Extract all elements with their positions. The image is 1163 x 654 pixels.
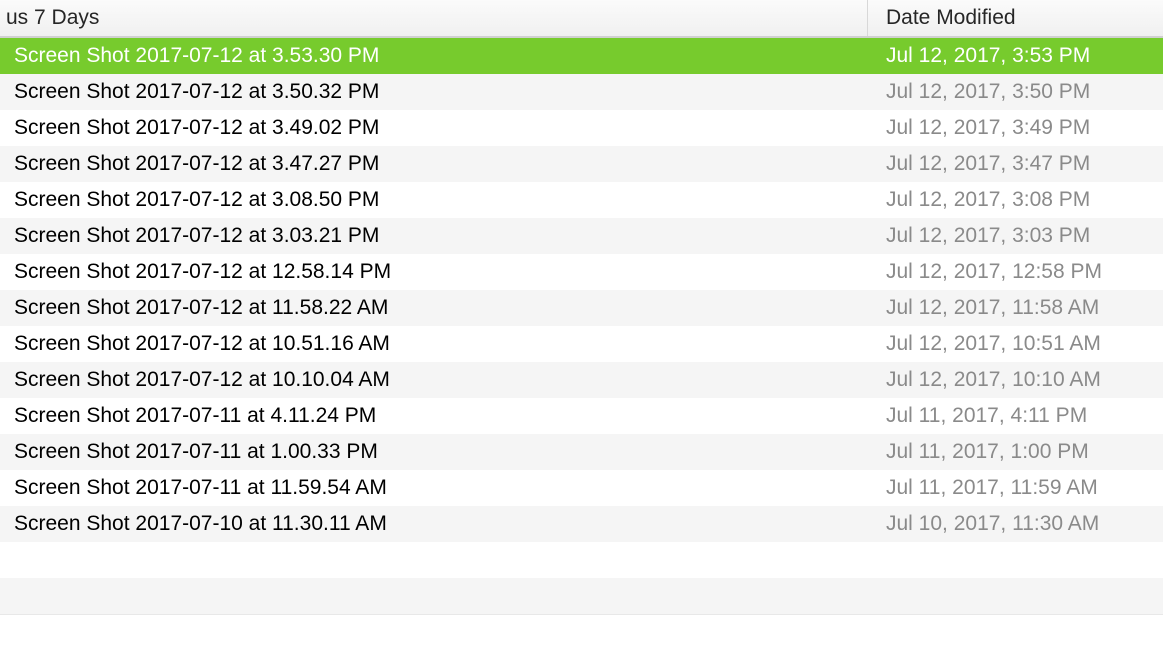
file-row[interactable]: Screen Shot 2017-07-12 at 10.51.16 AMJul… — [0, 326, 1163, 362]
file-date-modified: Jul 12, 2017, 10:51 AM — [868, 332, 1163, 356]
file-date-modified: Jul 12, 2017, 11:58 AM — [868, 296, 1163, 320]
file-row[interactable]: Screen Shot 2017-07-10 at 11.30.11 AMJul… — [0, 506, 1163, 542]
file-name: Screen Shot 2017-07-12 at 3.03.21 PM — [0, 224, 868, 248]
file-date-modified: Jul 12, 2017, 12:58 PM — [868, 260, 1163, 284]
file-name: Screen Shot 2017-07-12 at 10.51.16 AM — [0, 332, 868, 356]
file-row[interactable]: Screen Shot 2017-07-12 at 10.10.04 AMJul… — [0, 362, 1163, 398]
file-row[interactable]: Screen Shot 2017-07-11 at 1.00.33 PMJul … — [0, 434, 1163, 470]
file-name: Screen Shot 2017-07-12 at 3.08.50 PM — [0, 188, 868, 212]
column-header-date-modified[interactable]: Date Modified — [868, 0, 1163, 36]
file-name: Screen Shot 2017-07-12 at 12.58.14 PM — [0, 260, 868, 284]
file-row[interactable]: Screen Shot 2017-07-12 at 3.47.27 PMJul … — [0, 146, 1163, 182]
file-date-modified: Jul 11, 2017, 1:00 PM — [868, 440, 1163, 464]
file-name: Screen Shot 2017-07-12 at 11.58.22 AM — [0, 296, 868, 320]
file-name: Screen Shot 2017-07-12 at 10.10.04 AM — [0, 368, 868, 392]
file-date-modified: Jul 12, 2017, 3:08 PM — [868, 188, 1163, 212]
file-row[interactable]: Screen Shot 2017-07-12 at 3.53.30 PMJul … — [0, 38, 1163, 74]
file-date-modified: Jul 11, 2017, 4:11 PM — [868, 404, 1163, 428]
file-name: Screen Shot 2017-07-12 at 3.47.27 PM — [0, 152, 868, 176]
empty-row — [0, 578, 1163, 614]
file-name: Screen Shot 2017-07-11 at 1.00.33 PM — [0, 440, 868, 464]
file-name: Screen Shot 2017-07-12 at 3.50.32 PM — [0, 80, 868, 104]
file-name: Screen Shot 2017-07-11 at 4.11.24 PM — [0, 404, 868, 428]
file-date-modified: Jul 10, 2017, 11:30 AM — [868, 512, 1163, 536]
file-name: Screen Shot 2017-07-11 at 11.59.54 AM — [0, 476, 868, 500]
file-date-modified: Jul 12, 2017, 3:49 PM — [868, 116, 1163, 140]
file-row[interactable]: Screen Shot 2017-07-12 at 11.58.22 AMJul… — [0, 290, 1163, 326]
file-row[interactable]: Screen Shot 2017-07-11 at 4.11.24 PMJul … — [0, 398, 1163, 434]
file-row[interactable]: Screen Shot 2017-07-12 at 3.03.21 PMJul … — [0, 218, 1163, 254]
column-header-row: us 7 Days Date Modified — [0, 0, 1163, 38]
file-date-modified: Jul 12, 2017, 3:03 PM — [868, 224, 1163, 248]
file-name: Screen Shot 2017-07-10 at 11.30.11 AM — [0, 512, 868, 536]
bottom-area — [0, 614, 1163, 654]
file-row[interactable]: Screen Shot 2017-07-12 at 12.58.14 PMJul… — [0, 254, 1163, 290]
file-list: Screen Shot 2017-07-12 at 3.53.30 PMJul … — [0, 38, 1163, 614]
file-date-modified: Jul 12, 2017, 3:53 PM — [868, 44, 1163, 68]
file-date-modified: Jul 11, 2017, 11:59 AM — [868, 476, 1163, 500]
file-name: Screen Shot 2017-07-12 at 3.53.30 PM — [0, 44, 868, 68]
file-name: Screen Shot 2017-07-12 at 3.49.02 PM — [0, 116, 868, 140]
empty-row — [0, 542, 1163, 578]
file-date-modified: Jul 12, 2017, 10:10 AM — [868, 368, 1163, 392]
file-row[interactable]: Screen Shot 2017-07-11 at 11.59.54 AMJul… — [0, 470, 1163, 506]
file-row[interactable]: Screen Shot 2017-07-12 at 3.50.32 PMJul … — [0, 74, 1163, 110]
file-date-modified: Jul 12, 2017, 3:47 PM — [868, 152, 1163, 176]
column-header-name[interactable]: us 7 Days — [0, 0, 868, 36]
file-date-modified: Jul 12, 2017, 3:50 PM — [868, 80, 1163, 104]
file-row[interactable]: Screen Shot 2017-07-12 at 3.08.50 PMJul … — [0, 182, 1163, 218]
file-row[interactable]: Screen Shot 2017-07-12 at 3.49.02 PMJul … — [0, 110, 1163, 146]
